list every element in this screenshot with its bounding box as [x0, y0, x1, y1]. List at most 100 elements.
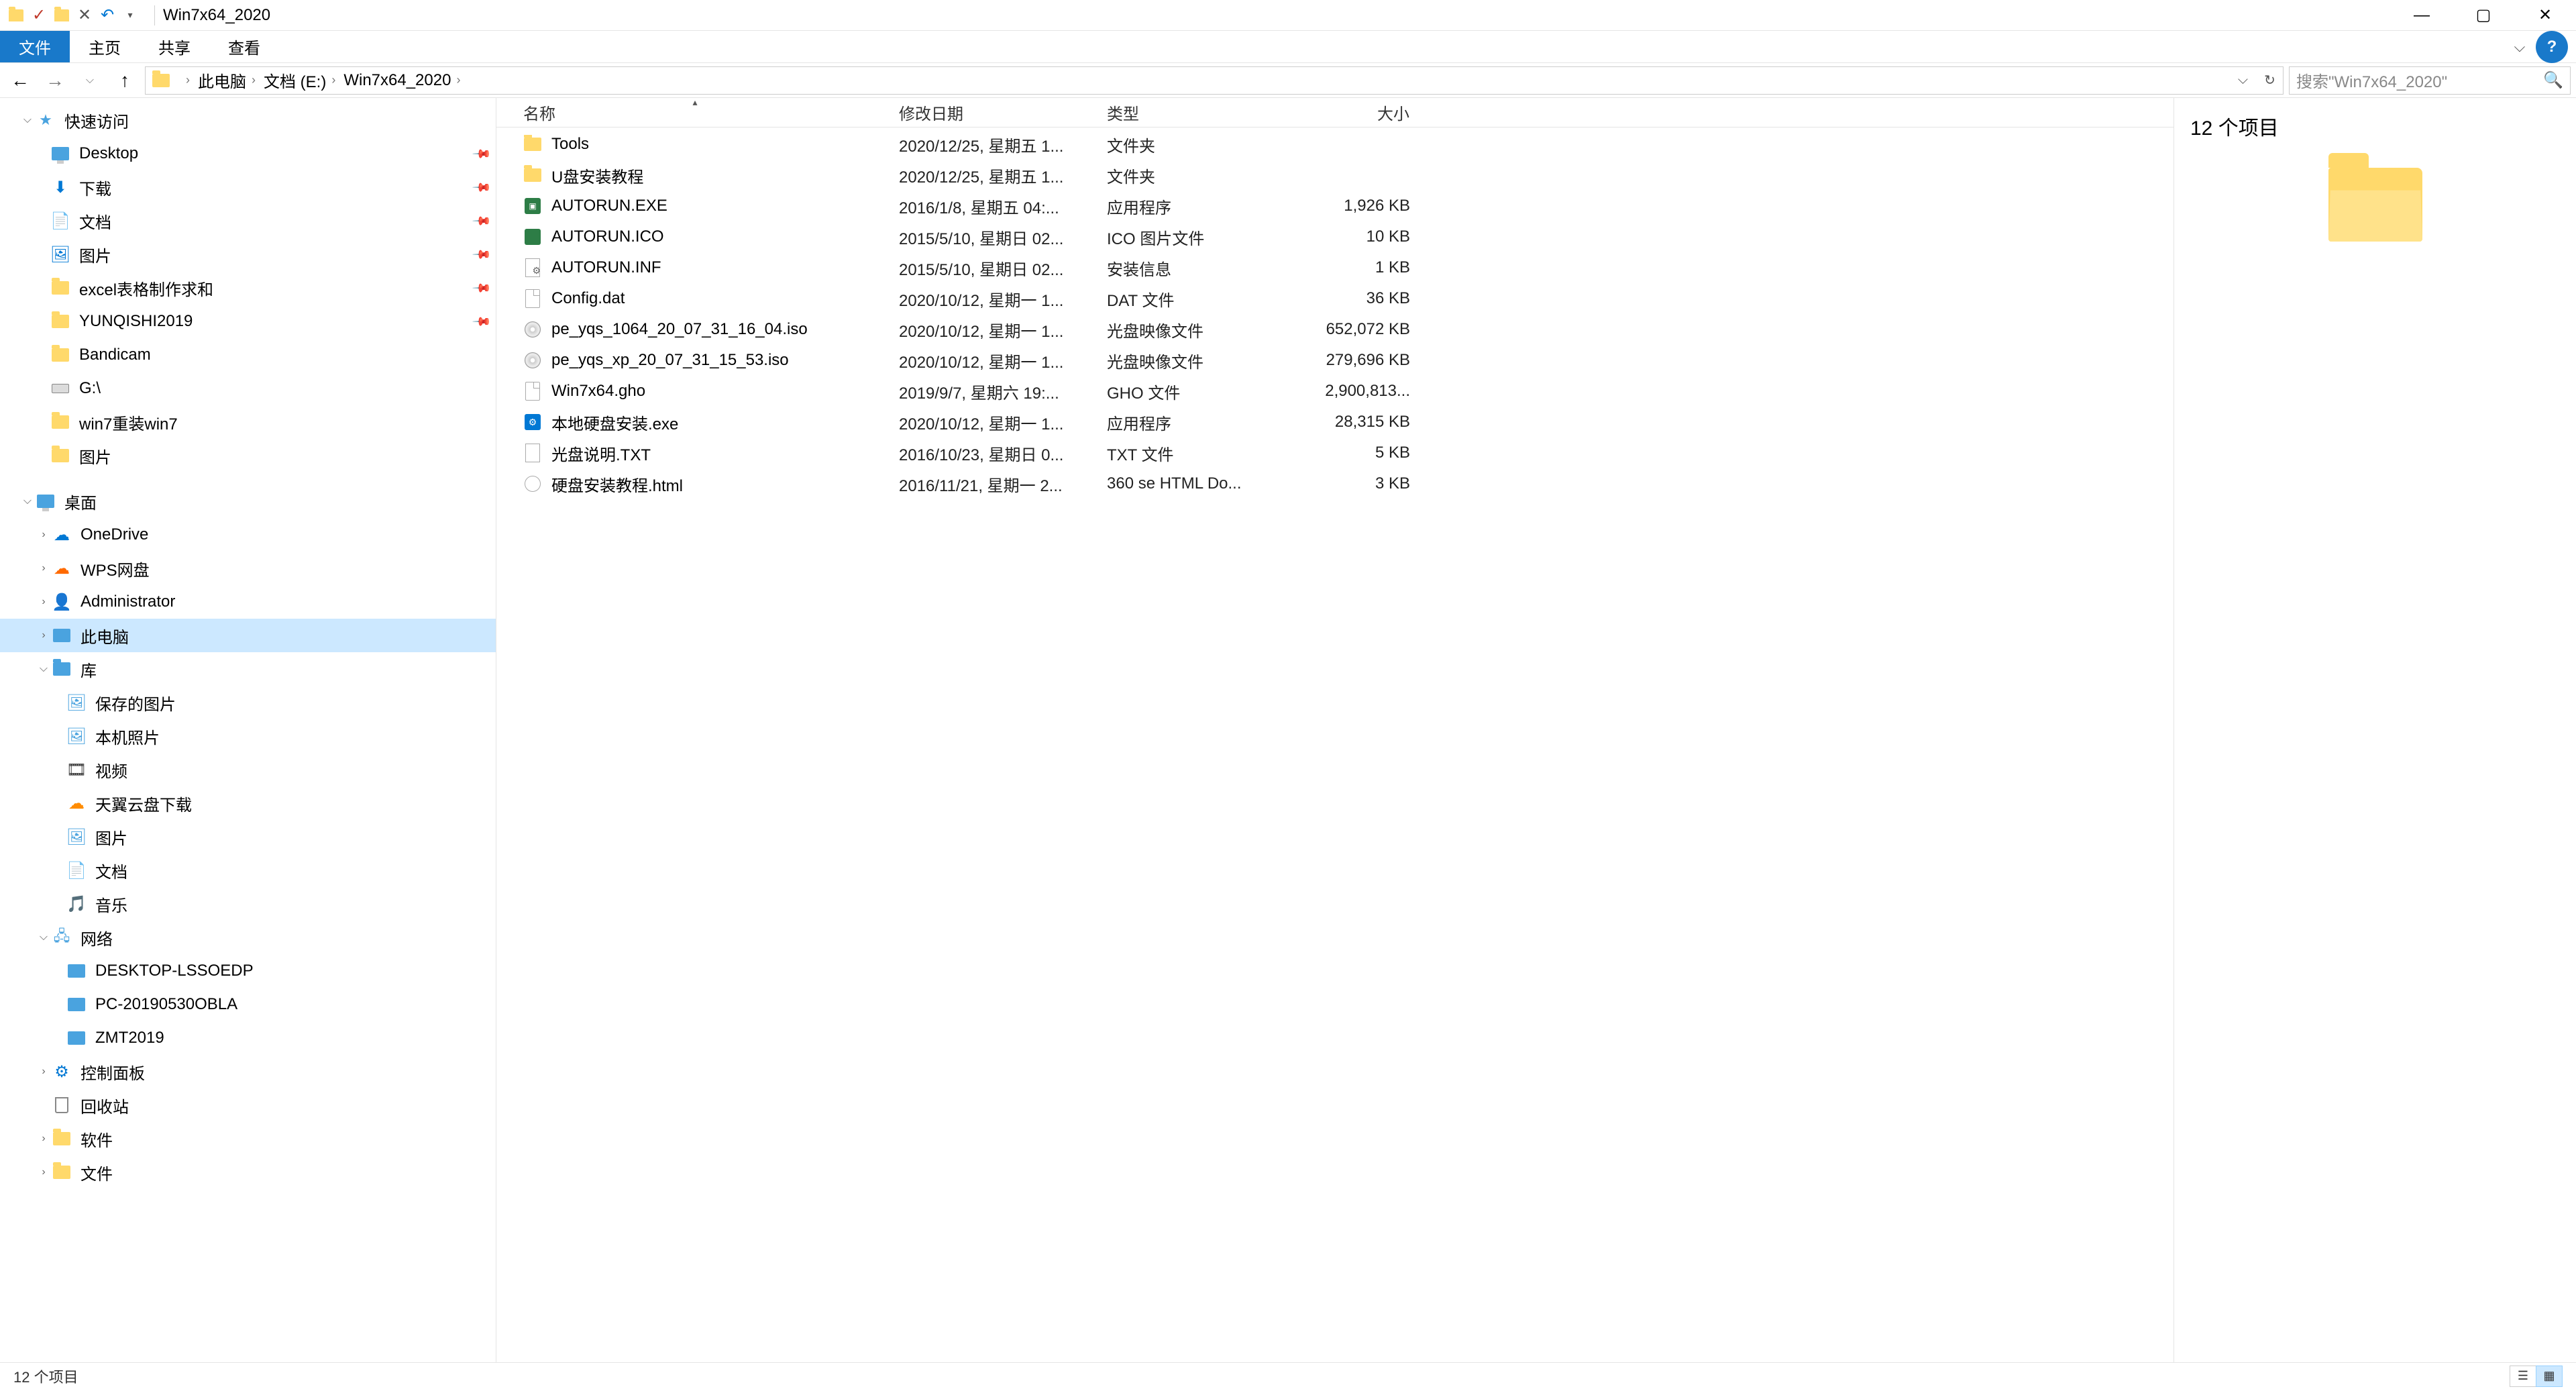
tree-files[interactable]: ›文件	[0, 1155, 496, 1189]
file-name: AUTORUN.INF	[551, 258, 661, 277]
file-date: 2016/1/8, 星期五 04:...	[890, 195, 1097, 218]
window-controls: — ▢ ✕	[2391, 0, 2576, 30]
tree-zmt[interactable]: ZMT2019	[0, 1021, 496, 1055]
tree-software[interactable]: ›软件	[0, 1122, 496, 1155]
tree-desktop[interactable]: Desktop📌	[0, 137, 496, 170]
file-row[interactable]: Config.dat2020/10/12, 星期一 1...DAT 文件36 K…	[496, 283, 2174, 314]
crumb-root-chevron[interactable]: ›	[176, 67, 194, 94]
file-row[interactable]: pe_yqs_xp_20_07_31_15_53.iso2020/10/12, …	[496, 345, 2174, 376]
tree-downloads[interactable]: ⬇下载📌	[0, 170, 496, 204]
tree-yunqishi[interactable]: YUNQISHI2019📌	[0, 305, 496, 338]
tree-onedrive[interactable]: ›☁OneDrive	[0, 518, 496, 552]
file-name: pe_yqs_1064_20_07_31_16_04.iso	[551, 320, 808, 339]
crumb-folder[interactable]: Win7x64_2020›	[339, 67, 464, 94]
file-size: 1 KB	[1285, 258, 1419, 277]
tree-win7reinstall[interactable]: win7重装win7	[0, 405, 496, 439]
onedrive-icon: ☁	[52, 525, 71, 544]
column-name[interactable]: 名称▴	[496, 98, 890, 127]
tab-view[interactable]: 查看	[209, 31, 279, 62]
tree-tianyi[interactable]: ☁天翼云盘下载	[0, 786, 496, 820]
tree-documents[interactable]: 📄文档📌	[0, 204, 496, 238]
search-icon[interactable]: 🔍	[2543, 70, 2563, 90]
tree-videos[interactable]: 🎞视频	[0, 753, 496, 786]
tab-home[interactable]: 主页	[70, 31, 140, 62]
file-row[interactable]: Win7x64.gho2019/9/7, 星期六 19:...GHO 文件2,9…	[496, 376, 2174, 407]
refresh-button[interactable]: ↻	[2256, 67, 2283, 94]
crumb-drive[interactable]: 文档 (E:)›	[260, 67, 339, 94]
tree-lib-pictures[interactable]: 🖼图片	[0, 820, 496, 854]
tree-pc-2019[interactable]: PC-20190530OBLA	[0, 988, 496, 1021]
file-row[interactable]: pe_yqs_1064_20_07_31_16_04.iso2020/10/12…	[496, 314, 2174, 345]
tree-recycle-bin[interactable]: 回收站	[0, 1088, 496, 1122]
file-row[interactable]: Tools2020/12/25, 星期五 1...文件夹	[496, 129, 2174, 160]
file-date: 2020/12/25, 星期五 1...	[890, 133, 1097, 156]
ribbon-expand-icon[interactable]: ⌵	[2504, 31, 2536, 62]
file-row[interactable]: ▣AUTORUN.EXE2016/1/8, 星期五 04:...应用程序1,92…	[496, 191, 2174, 221]
maximize-button[interactable]: ▢	[2453, 0, 2514, 30]
search-input[interactable]: 搜索"Win7x64_2020" 🔍	[2289, 66, 2571, 95]
search-placeholder: 搜索"Win7x64_2020"	[2296, 68, 2447, 92]
column-add[interactable]	[1419, 98, 1446, 127]
up-button[interactable]: ↑	[110, 66, 140, 95]
qat-dropdown-icon[interactable]: ▾	[122, 7, 138, 23]
tree-bandicam[interactable]: Bandicam	[0, 338, 496, 372]
file-rows: Tools2020/12/25, 星期五 1...文件夹U盘安装教程2020/1…	[496, 127, 2174, 1362]
tree-libraries[interactable]: ⌵库	[0, 652, 496, 686]
tab-share[interactable]: 共享	[140, 31, 209, 62]
tree-desktop-lssoedp[interactable]: DESKTOP-LSSOEDP	[0, 954, 496, 988]
recent-locations-button[interactable]: ⌵	[75, 66, 105, 95]
pin-icon: 📌	[471, 177, 492, 198]
file-size: 652,072 KB	[1285, 320, 1419, 339]
back-button[interactable]: ←	[5, 66, 35, 95]
tree-pictures2[interactable]: 图片	[0, 439, 496, 472]
navigation-row: ← → ⌵ ↑ › 此电脑› 文档 (E:)› Win7x64_2020› ⌵ …	[0, 63, 2576, 98]
file-type-icon	[523, 382, 542, 401]
qat-undo-icon[interactable]: ↶	[99, 7, 115, 23]
pin-icon: 📌	[471, 144, 492, 164]
tree-saved-pictures[interactable]: 🖼保存的图片	[0, 686, 496, 719]
minimize-button[interactable]: —	[2391, 0, 2453, 30]
qat-delete-icon[interactable]: ✕	[76, 7, 93, 23]
tree-this-pc[interactable]: ›此电脑	[0, 619, 496, 652]
crumb-this-pc[interactable]: 此电脑›	[194, 67, 260, 94]
qat-new-folder-icon[interactable]	[54, 7, 70, 23]
close-button[interactable]: ✕	[2514, 0, 2576, 30]
tree-camera-roll[interactable]: 🖼本机照片	[0, 719, 496, 753]
tree-desktop-root[interactable]: ⌵桌面	[0, 484, 496, 518]
file-date: 2020/10/12, 星期一 1...	[890, 349, 1097, 372]
help-button[interactable]: ?	[2536, 31, 2568, 63]
column-size[interactable]: 大小	[1285, 98, 1419, 127]
file-row[interactable]: AUTORUN.INF2015/5/10, 星期日 02...安装信息1 KB	[496, 252, 2174, 283]
view-details-button[interactable]: ☰	[2510, 1366, 2536, 1387]
address-bar[interactable]: › 此电脑› 文档 (E:)› Win7x64_2020› ⌵ ↻	[145, 66, 2284, 95]
tree-excel[interactable]: excel表格制作求和📌	[0, 271, 496, 305]
control-panel-icon: ⚙	[52, 1062, 71, 1081]
column-date[interactable]: 修改日期	[890, 98, 1097, 127]
tab-file[interactable]: 文件	[0, 31, 70, 62]
file-row[interactable]: 光盘说明.TXT2016/10/23, 星期日 0...TXT 文件5 KB	[496, 438, 2174, 468]
file-name: Win7x64.gho	[551, 382, 645, 401]
file-row[interactable]: U盘安装教程2020/12/25, 星期五 1...文件夹	[496, 160, 2174, 191]
tree-network[interactable]: ⌵🖧网络	[0, 921, 496, 954]
column-type[interactable]: 类型	[1097, 98, 1285, 127]
details-pane: 12 个项目	[2174, 98, 2576, 1362]
tree-g-drive[interactable]: G:\	[0, 372, 496, 405]
tree-administrator[interactable]: ›👤Administrator	[0, 585, 496, 619]
tree-lib-music[interactable]: 🎵音乐	[0, 887, 496, 921]
tree-pictures[interactable]: 🖼图片📌	[0, 238, 496, 271]
navigation-tree[interactable]: ⌵★快速访问 Desktop📌 ⬇下载📌 📄文档📌 🖼图片📌 excel表格制作…	[0, 98, 496, 1362]
qat-properties-icon[interactable]: ✓	[31, 7, 47, 23]
tree-wps[interactable]: ›☁WPS网盘	[0, 552, 496, 585]
view-icons-button[interactable]: ▦	[2536, 1366, 2563, 1387]
tree-lib-documents[interactable]: 📄文档	[0, 854, 496, 887]
file-row[interactable]: ⚙本地硬盘安装.exe2020/10/12, 星期一 1...应用程序28,31…	[496, 407, 2174, 438]
tree-control-panel[interactable]: ›⚙控制面板	[0, 1055, 496, 1088]
file-size: 10 KB	[1285, 227, 1419, 246]
forward-button[interactable]: →	[40, 66, 70, 95]
tree-quick-access[interactable]: ⌵★快速访问	[0, 103, 496, 137]
file-row[interactable]: 硬盘安装教程.html2016/11/21, 星期一 2...360 se HT…	[496, 468, 2174, 499]
file-row[interactable]: AUTORUN.ICO2015/5/10, 星期日 02...ICO 图片文件1…	[496, 221, 2174, 252]
file-type: 360 se HTML Do...	[1097, 474, 1285, 493]
file-size: 5 KB	[1285, 444, 1419, 462]
address-history-button[interactable]: ⌵	[2229, 67, 2256, 94]
